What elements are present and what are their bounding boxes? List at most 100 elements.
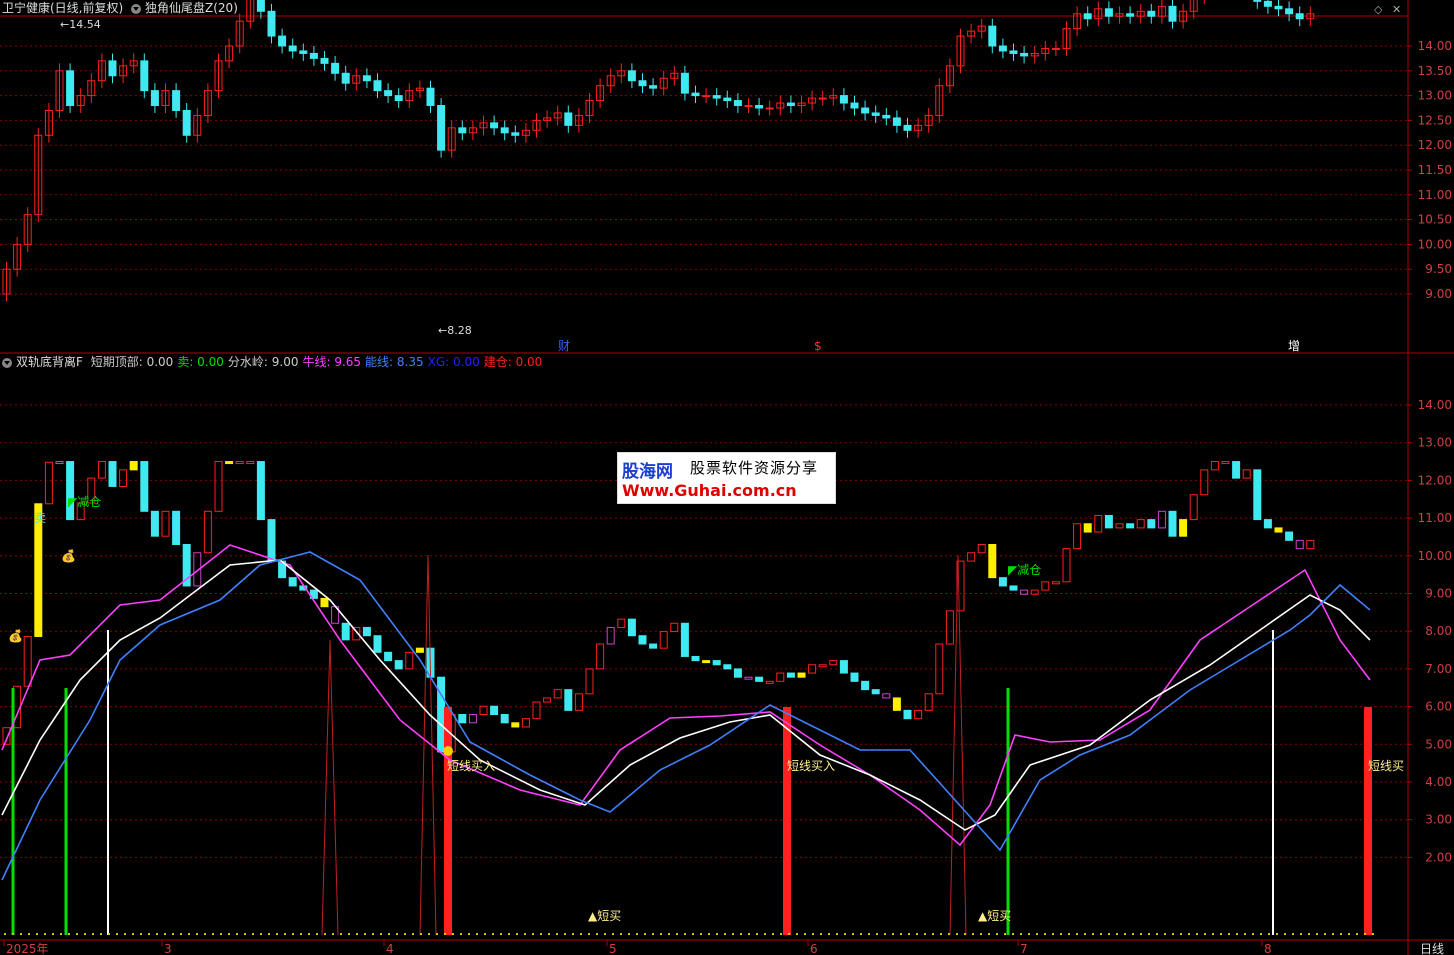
indicator-bar xyxy=(1126,523,1135,529)
indicator-bar xyxy=(585,668,594,695)
baseline-dot xyxy=(1012,933,1014,935)
indicator-bar xyxy=(129,461,138,471)
baseline-dot xyxy=(732,933,734,935)
baseline-dot xyxy=(916,933,918,935)
indicator-bar xyxy=(564,689,573,711)
close-icon[interactable]: ✕ xyxy=(1392,3,1401,16)
baseline-dot xyxy=(892,933,894,935)
baseline-dot xyxy=(1364,933,1366,935)
baseline-dot xyxy=(100,933,102,935)
baseline-dot xyxy=(228,933,230,935)
baseline-dot xyxy=(308,933,310,935)
baseline-dot xyxy=(772,933,774,935)
buy-bar xyxy=(783,707,791,935)
baseline-dot xyxy=(1076,933,1078,935)
indicator-bar xyxy=(119,469,128,487)
indicator-bar xyxy=(203,510,212,554)
baseline-dot xyxy=(908,933,910,935)
baseline-dot xyxy=(500,933,502,935)
bottom-panel-header: 双轨底背离F 短期顶部: 0.00 卖: 0.00 分水岭: 9.00 牛线: 9.6… xyxy=(2,354,550,370)
baseline-dot xyxy=(212,933,214,935)
candle-body xyxy=(1104,8,1113,17)
indicator-bar xyxy=(1285,531,1294,541)
y-tick-label: 10.50 xyxy=(1418,213,1452,227)
baseline-dot xyxy=(660,933,662,935)
spike-line xyxy=(321,639,339,936)
baseline-dot xyxy=(60,933,62,935)
candle-body xyxy=(882,114,891,119)
candle-body xyxy=(108,60,117,77)
indicator-bar xyxy=(755,676,764,682)
candle-body xyxy=(1147,10,1156,17)
baseline-dot xyxy=(1188,933,1190,935)
indicator-bar xyxy=(574,693,583,711)
y-tick-label: 11.00 xyxy=(1418,511,1452,525)
baseline-dot xyxy=(388,933,390,935)
candle-body xyxy=(437,105,446,151)
baseline-dot xyxy=(1308,933,1310,935)
baseline-dot xyxy=(28,933,30,935)
indicator-bar xyxy=(341,622,350,641)
baseline-dot xyxy=(92,933,94,935)
watermark-text: 股票软件资源分享 xyxy=(690,459,819,477)
indicator-bar xyxy=(394,660,403,670)
candle-body xyxy=(394,95,403,102)
indicator-bar xyxy=(998,577,1007,587)
baseline-dot xyxy=(860,933,862,935)
dropdown-icon[interactable] xyxy=(2,357,12,368)
indicator-bar xyxy=(172,510,181,545)
baseline-dot xyxy=(1356,933,1358,935)
indicator-bar xyxy=(818,664,827,668)
indicator-bar xyxy=(712,660,721,666)
indicator-bar xyxy=(903,709,912,720)
indicator-bar xyxy=(1253,469,1262,521)
indicator-bar xyxy=(1242,469,1251,479)
baseline-dot xyxy=(492,933,494,935)
baseline-dot xyxy=(748,933,750,935)
dropdown-icon[interactable] xyxy=(131,3,142,14)
baseline-dot xyxy=(172,933,174,935)
buy-bar xyxy=(444,707,452,935)
indicator-field: 能线: 8.35 xyxy=(365,355,424,369)
candle-body xyxy=(511,132,520,136)
baseline-dot xyxy=(396,933,398,935)
candle-body xyxy=(649,85,658,89)
baseline-dot xyxy=(452,933,454,935)
baseline-dot xyxy=(644,933,646,935)
baseline-dot xyxy=(524,933,526,935)
indicator-bar xyxy=(521,718,530,728)
baseline-dot xyxy=(164,933,166,935)
indicator-title[interactable]: 独角仙尾盘Z(20) xyxy=(145,1,238,15)
candle-body xyxy=(172,90,181,111)
baseline-dot xyxy=(36,933,38,935)
candle-body xyxy=(1295,13,1304,20)
baseline-dot xyxy=(620,933,622,935)
baseline-dot xyxy=(1068,933,1070,935)
candle-body xyxy=(426,87,435,107)
candle-body xyxy=(1009,50,1018,54)
indicator-bar xyxy=(1051,581,1060,585)
baseline-dot xyxy=(1348,933,1350,935)
x-tick-label: 5 xyxy=(609,942,617,955)
indicator-bar xyxy=(320,597,329,608)
candle-body xyxy=(373,80,382,92)
indicator-name[interactable]: 双轨底背离F xyxy=(16,355,83,369)
baseline-dot xyxy=(716,933,718,935)
baseline-dot xyxy=(1220,933,1222,935)
indicator-bar xyxy=(511,722,520,728)
diamond-icon[interactable]: ◇ xyxy=(1374,3,1382,16)
baseline-dot xyxy=(812,933,814,935)
baseline-dot xyxy=(564,933,566,935)
baseline-dot xyxy=(460,933,462,935)
low-label: ←8.28 xyxy=(438,324,472,337)
candle-body xyxy=(299,50,308,54)
baseline-dot xyxy=(1196,933,1198,935)
baseline-dot xyxy=(900,933,902,935)
baseline-dot xyxy=(1028,933,1030,935)
baseline-dot xyxy=(1316,933,1318,935)
baseline-dot xyxy=(1164,933,1166,935)
stock-title[interactable]: 卫宁健康(日线,前复权) xyxy=(2,1,123,15)
indicator-bar xyxy=(744,676,753,680)
candle-body xyxy=(702,95,711,98)
candle-body xyxy=(786,102,795,107)
